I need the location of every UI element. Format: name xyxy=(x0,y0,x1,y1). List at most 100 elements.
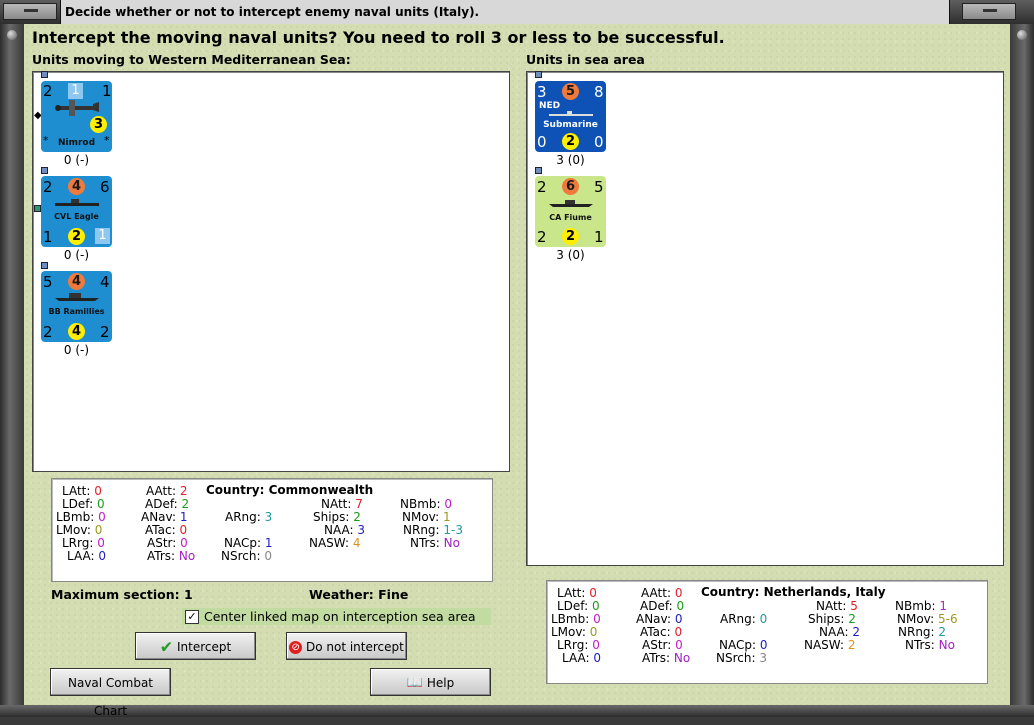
unit-top-right: 8 xyxy=(594,83,604,101)
unit-bottom-center: 2 xyxy=(562,228,579,245)
stat-latt: LAtt: 0 xyxy=(62,484,102,498)
stat-ntrs: NTrs: No xyxy=(410,536,460,550)
unit-bottom-center: 2 xyxy=(562,133,579,150)
minimize-button[interactable] xyxy=(962,3,1016,20)
unit-top-right: 6 xyxy=(100,178,110,196)
stat-nasw: NASW: 4 xyxy=(309,536,361,550)
help-label: Help xyxy=(426,676,455,690)
checkmark-icon: ✔ xyxy=(159,637,174,657)
stat-adef: ADef: 2 xyxy=(145,497,190,511)
do-not-intercept-label: Do not intercept xyxy=(305,640,404,654)
unit-top-left: 5 xyxy=(43,273,53,291)
unit-marker-icon xyxy=(535,71,542,78)
unit-name: CA Fiume xyxy=(549,213,592,222)
stat-lrrg: LRrg: 0 xyxy=(62,536,105,550)
title-bar: Decide whether or not to intercept enemy… xyxy=(0,0,1034,25)
dialog-panel: Intercept the moving naval units? You ne… xyxy=(24,24,1010,718)
stat-country: Country: Netherlands, Italy xyxy=(701,585,886,599)
do-not-intercept-button[interactable]: ⊘ Do not intercept xyxy=(286,632,407,660)
stat-natt: NAtt: 5 xyxy=(816,599,858,613)
unit-status: 0 (-) xyxy=(63,153,90,167)
unit-bottom-left: 2 xyxy=(43,323,53,341)
sea-units-list[interactable]: 3 5 8 NED Submarine 0 2 0 3 (0) 2 6 5 CA… xyxy=(526,71,1004,566)
help-book-icon: 📖 xyxy=(406,675,423,691)
help-button[interactable]: 📖 Help xyxy=(370,668,491,696)
stat-atrs: ATrs: No xyxy=(147,549,196,563)
system-menu-button[interactable] xyxy=(3,3,57,20)
stat-latt: LAtt: 0 xyxy=(557,586,597,600)
stat-atrs: ATrs: No xyxy=(642,651,691,665)
unit-marker-icon xyxy=(41,167,48,174)
unit-name: Nimrod xyxy=(57,138,96,148)
stat-nacp: NACp: 1 xyxy=(224,536,273,550)
stat-lbmb: LBmb: 0 xyxy=(56,510,106,524)
stat-ships: Ships: 2 xyxy=(313,510,361,524)
unit-marker-icon xyxy=(535,167,542,174)
stat-nsrch: NSrch: 3 xyxy=(716,651,767,665)
stat-nasw: NASW: 2 xyxy=(804,638,856,652)
unit-name: CVL Eagle xyxy=(54,212,99,221)
rivet-icon xyxy=(1017,30,1027,40)
stat-laa: LAA: 0 xyxy=(67,549,106,563)
carrier-ship-icon xyxy=(55,199,99,206)
unit-counter-submarine[interactable]: 3 5 8 NED Submarine 0 2 0 xyxy=(535,81,606,152)
stat-ldef: LDef: 0 xyxy=(62,497,105,511)
unit-top-center: 4 xyxy=(68,273,85,290)
unit-bottom-right: 0 xyxy=(594,133,604,151)
stat-nrng: NRng: 1-3 xyxy=(403,523,464,537)
unit-bottom-left: 2 xyxy=(537,228,547,246)
unit-bottom-right: 1 xyxy=(594,228,604,246)
weather-text: Weather: Fine xyxy=(309,587,409,602)
unit-counter-bb-ramillies[interactable]: 5 4 4 BB Ramillies 2 4 2 xyxy=(41,271,112,342)
unit-bottom-right: 2 xyxy=(100,323,110,341)
unit-top-center: 1 xyxy=(68,83,83,99)
naval-combat-chart-button[interactable]: Naval Combat Chart xyxy=(50,668,171,718)
unit-status: 0 (-) xyxy=(63,343,90,357)
stat-atac: ATac: 0 xyxy=(640,625,683,639)
stat-naa: NAA: 2 xyxy=(819,625,861,639)
headline: Intercept the moving naval units? You ne… xyxy=(32,28,725,47)
stat-anav: ANav: 0 xyxy=(636,612,683,626)
stat-astr: AStr: 0 xyxy=(147,536,188,550)
stat-natt: NAtt: 7 xyxy=(321,497,363,511)
stat-laa: LAA: 0 xyxy=(562,651,601,665)
stat-atac: ATac: 0 xyxy=(145,523,188,537)
unit-bottom-center: 4 xyxy=(68,323,85,340)
stats-box-right: LAtt: 0 LDef: 0 LBmb: 0 LMov: 0 LRrg: 0 … xyxy=(546,580,988,684)
stat-arng: ARng: 3 xyxy=(225,510,273,524)
stat-nbmb: NBmb: 1 xyxy=(895,599,948,613)
stat-nacp: NACp: 0 xyxy=(719,638,768,652)
stats-box-left: LAtt: 0 LDef: 0 LBmb: 0 LMov: 0 LRrg: 0 … xyxy=(51,478,493,582)
stat-ntrs: NTrs: No xyxy=(905,638,955,652)
carrier-marker-icon xyxy=(34,205,41,212)
stat-astr: AStr: 0 xyxy=(642,638,683,652)
stat-naa: NAA: 3 xyxy=(324,523,366,537)
unit-counter-cvl-eagle[interactable]: 2 4 6 CVL Eagle 1 2 1 xyxy=(41,176,112,247)
stat-lbmb: LBmb: 0 xyxy=(551,612,601,626)
unit-top-right: 1 xyxy=(102,82,112,100)
unit-marker-icon xyxy=(41,71,48,78)
unit-circle-value: 3 xyxy=(90,116,107,133)
unit-status: 0 (-) xyxy=(63,248,90,262)
submarine-icon xyxy=(549,111,593,116)
frame-left xyxy=(0,24,24,717)
unit-name: BB Ramillies xyxy=(48,307,105,316)
center-map-label[interactable]: Center linked map on interception sea ar… xyxy=(204,609,476,624)
unit-top-center: 4 xyxy=(68,178,85,195)
stat-ships: Ships: 2 xyxy=(808,612,856,626)
unit-counter-ca-fiume[interactable]: 2 6 5 CA Fiume 2 2 1 xyxy=(535,176,606,247)
moving-units-list[interactable]: ◆ 2 1 1 3 * * Nimrod 0 (-) 2 4 6 CVL Eag… xyxy=(32,71,510,472)
frame-right xyxy=(1010,24,1034,717)
stat-lmov: LMov: 0 xyxy=(551,625,598,639)
stat-aatt: AAtt: 0 xyxy=(641,586,683,600)
unit-name: Submarine xyxy=(543,120,598,130)
intercept-button[interactable]: ✔ Intercept xyxy=(135,632,256,660)
unit-top-center: 5 xyxy=(562,83,579,100)
unit-counter-nimrod[interactable]: 2 1 1 3 * * Nimrod xyxy=(41,81,112,152)
stat-adef: ADef: 0 xyxy=(640,599,685,613)
unit-bottom-left: 0 xyxy=(537,133,547,151)
stat-nmov: NMov: 5-6 xyxy=(897,612,958,626)
center-map-checkbox[interactable]: ✓ xyxy=(185,610,199,624)
unit-status: 3 (0) xyxy=(556,153,585,167)
unit-marker-icon xyxy=(41,262,48,269)
